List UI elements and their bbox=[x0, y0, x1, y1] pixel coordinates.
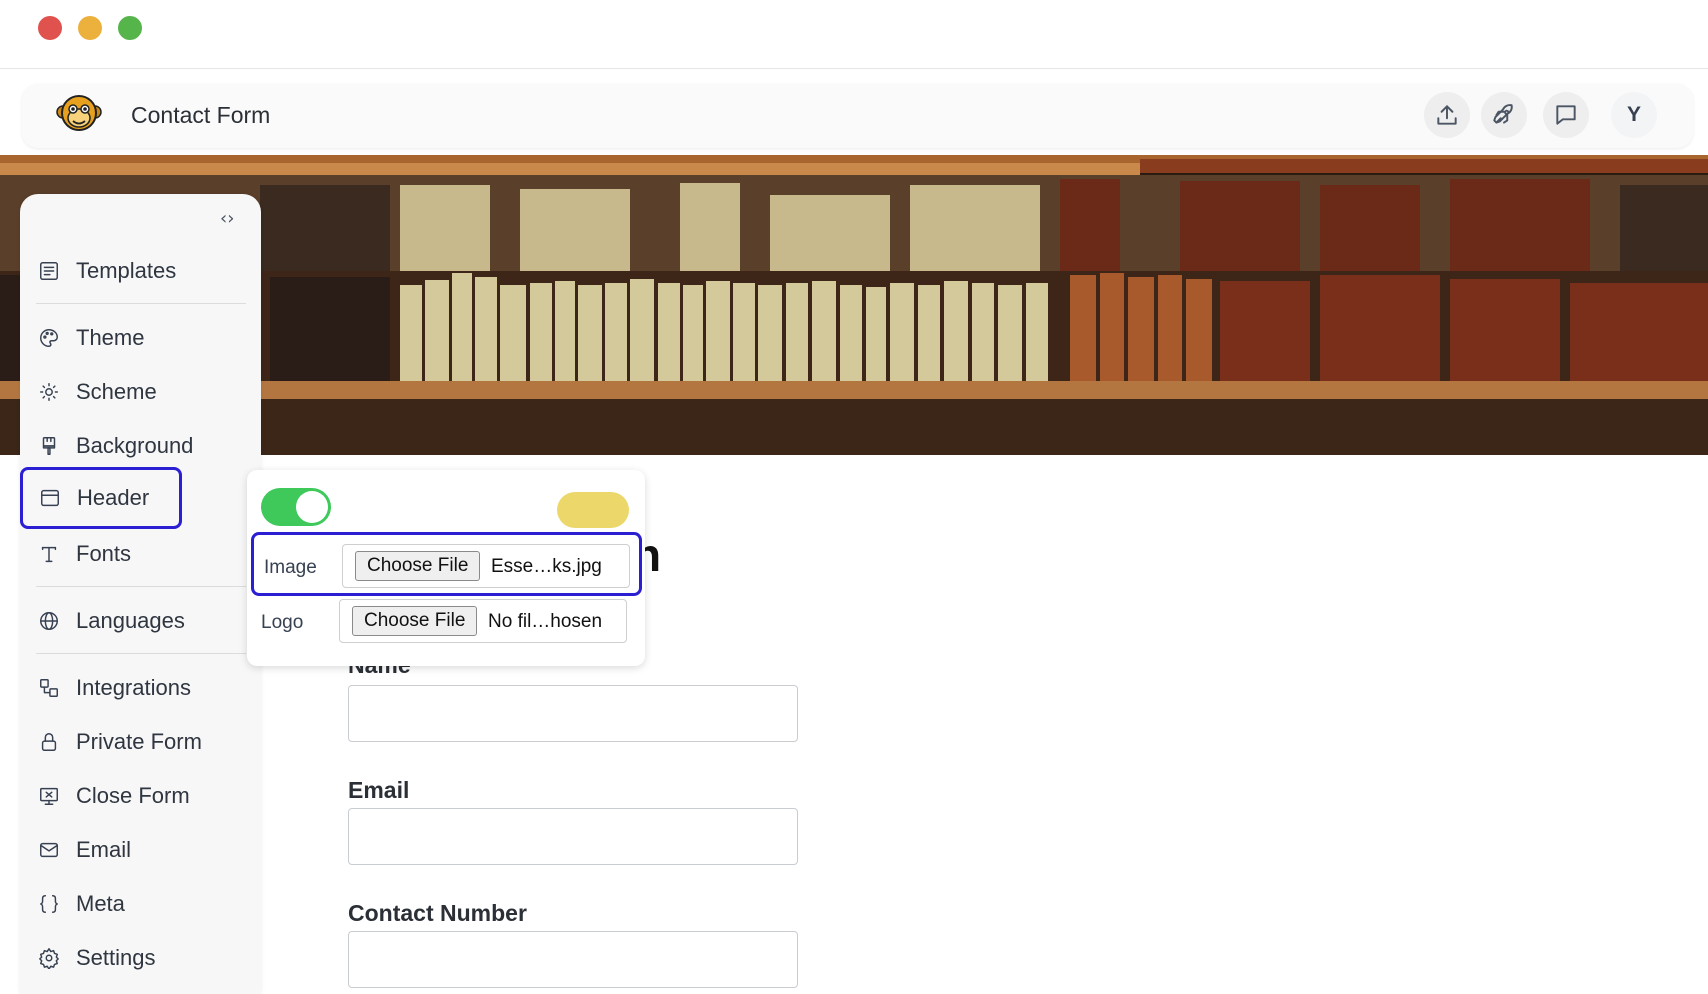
settings-sidebar: ‹› Templates Theme Scheme Background Hea… bbox=[20, 194, 261, 994]
sidebar-item-fonts[interactable]: Fonts bbox=[34, 534, 230, 574]
sidebar-item-background[interactable]: Background bbox=[34, 426, 230, 466]
sidebar-divider bbox=[36, 586, 246, 587]
image-label: Image bbox=[264, 557, 317, 578]
chat-icon bbox=[1556, 105, 1576, 125]
sidebar-divider bbox=[36, 653, 246, 654]
publish-button[interactable] bbox=[1481, 92, 1527, 138]
monkey-face-icon[interactable] bbox=[55, 90, 103, 138]
sidebar-item-email[interactable]: Email bbox=[34, 830, 230, 870]
toggle-knob bbox=[296, 491, 328, 523]
sidebar-item-label: Background bbox=[76, 433, 194, 458]
sidebar-divider bbox=[36, 303, 246, 304]
braces-icon bbox=[40, 895, 58, 913]
feedback-button[interactable] bbox=[1543, 92, 1589, 138]
user-avatar[interactable]: Y bbox=[1611, 92, 1657, 138]
sun-icon bbox=[40, 383, 58, 401]
field-label-email: Email bbox=[348, 777, 410, 803]
name-field[interactable] bbox=[348, 685, 798, 742]
sidebar-item-label: Theme bbox=[76, 325, 145, 350]
sidebar-item-settings[interactable]: Settings bbox=[34, 938, 230, 978]
upload-button[interactable] bbox=[1424, 92, 1470, 138]
sidebar-item-close-form[interactable]: Close Form bbox=[34, 776, 230, 816]
gear-icon bbox=[39, 948, 59, 969]
sidebar-item-integrations[interactable]: Integrations bbox=[34, 668, 230, 708]
window-titlebar bbox=[0, 0, 1708, 69]
field-label-contact-number: Contact Number bbox=[348, 900, 527, 926]
sidebar-item-templates[interactable]: Templates bbox=[34, 251, 230, 291]
paint-brush-icon bbox=[42, 437, 56, 455]
header-color-swatch[interactable] bbox=[557, 492, 629, 528]
logo-choose-file-button[interactable]: Choose File bbox=[352, 606, 478, 636]
logo-upload-row: Logo Choose File No fil…hosen bbox=[251, 590, 642, 654]
sidebar-item-label: Settings bbox=[76, 945, 156, 970]
rocket-icon bbox=[1493, 104, 1513, 124]
sidebar-item-private-form[interactable]: Private Form bbox=[34, 722, 230, 762]
sidebar-item-label: Languages bbox=[76, 608, 185, 633]
type-icon bbox=[41, 546, 57, 563]
contact-number-field[interactable] bbox=[348, 931, 798, 988]
upload-icon bbox=[1437, 105, 1457, 125]
image-upload-row: Image Choose File Esse…ks.jpg bbox=[251, 532, 642, 596]
lock-icon bbox=[41, 733, 57, 751]
image-choose-file-button[interactable]: Choose File bbox=[355, 551, 481, 581]
sidebar-item-meta[interactable]: Meta bbox=[34, 884, 230, 924]
header-visibility-toggle[interactable] bbox=[261, 488, 331, 526]
sidebar-item-header[interactable]: Header bbox=[20, 467, 182, 529]
header-layout-icon bbox=[41, 489, 59, 507]
sidebar-item-languages[interactable]: Languages bbox=[34, 601, 230, 641]
sidebar-item-label: Integrations bbox=[76, 675, 191, 700]
sidebar-item-label: Templates bbox=[76, 258, 177, 283]
sidebar-item-label: Header bbox=[77, 485, 150, 510]
sidebar-item-label: Scheme bbox=[76, 379, 157, 404]
integrations-icon bbox=[40, 679, 58, 697]
close-form-icon bbox=[40, 787, 58, 805]
image-file-name: Esse…ks.jpg bbox=[491, 556, 602, 577]
logo-file-name: No fil…hosen bbox=[488, 611, 603, 632]
sidebar-item-label: Email bbox=[76, 837, 132, 862]
window-zoom-button[interactable] bbox=[118, 16, 142, 40]
page-title: Contact Form bbox=[131, 102, 271, 128]
logo-file-input[interactable]: Choose File No fil…hosen bbox=[339, 599, 627, 643]
window-minimize-button[interactable] bbox=[78, 16, 102, 40]
sidebar-item-label: Private Form bbox=[76, 729, 202, 754]
sidebar-item-theme[interactable]: Theme bbox=[34, 318, 230, 358]
sidebar-item-scheme[interactable]: Scheme bbox=[34, 372, 230, 412]
app-topbar: Contact Form Y bbox=[22, 84, 1693, 148]
collapse-sidebar-button[interactable]: ‹› bbox=[220, 208, 234, 229]
globe-icon bbox=[40, 612, 58, 630]
palette-icon bbox=[40, 329, 58, 347]
sidebar-item-label: Close Form bbox=[76, 783, 190, 808]
logo-label: Logo bbox=[261, 612, 304, 633]
sidebar-item-label: Fonts bbox=[76, 541, 132, 566]
header-settings-popover: Image Choose File Esse…ks.jpg Logo Choos… bbox=[247, 470, 645, 666]
email-field[interactable] bbox=[348, 808, 798, 865]
mail-icon bbox=[40, 842, 58, 858]
window-close-button[interactable] bbox=[38, 16, 62, 40]
image-file-input[interactable]: Choose File Esse…ks.jpg bbox=[342, 544, 630, 588]
sidebar-item-label: Meta bbox=[76, 891, 125, 916]
template-list-icon bbox=[40, 262, 58, 280]
